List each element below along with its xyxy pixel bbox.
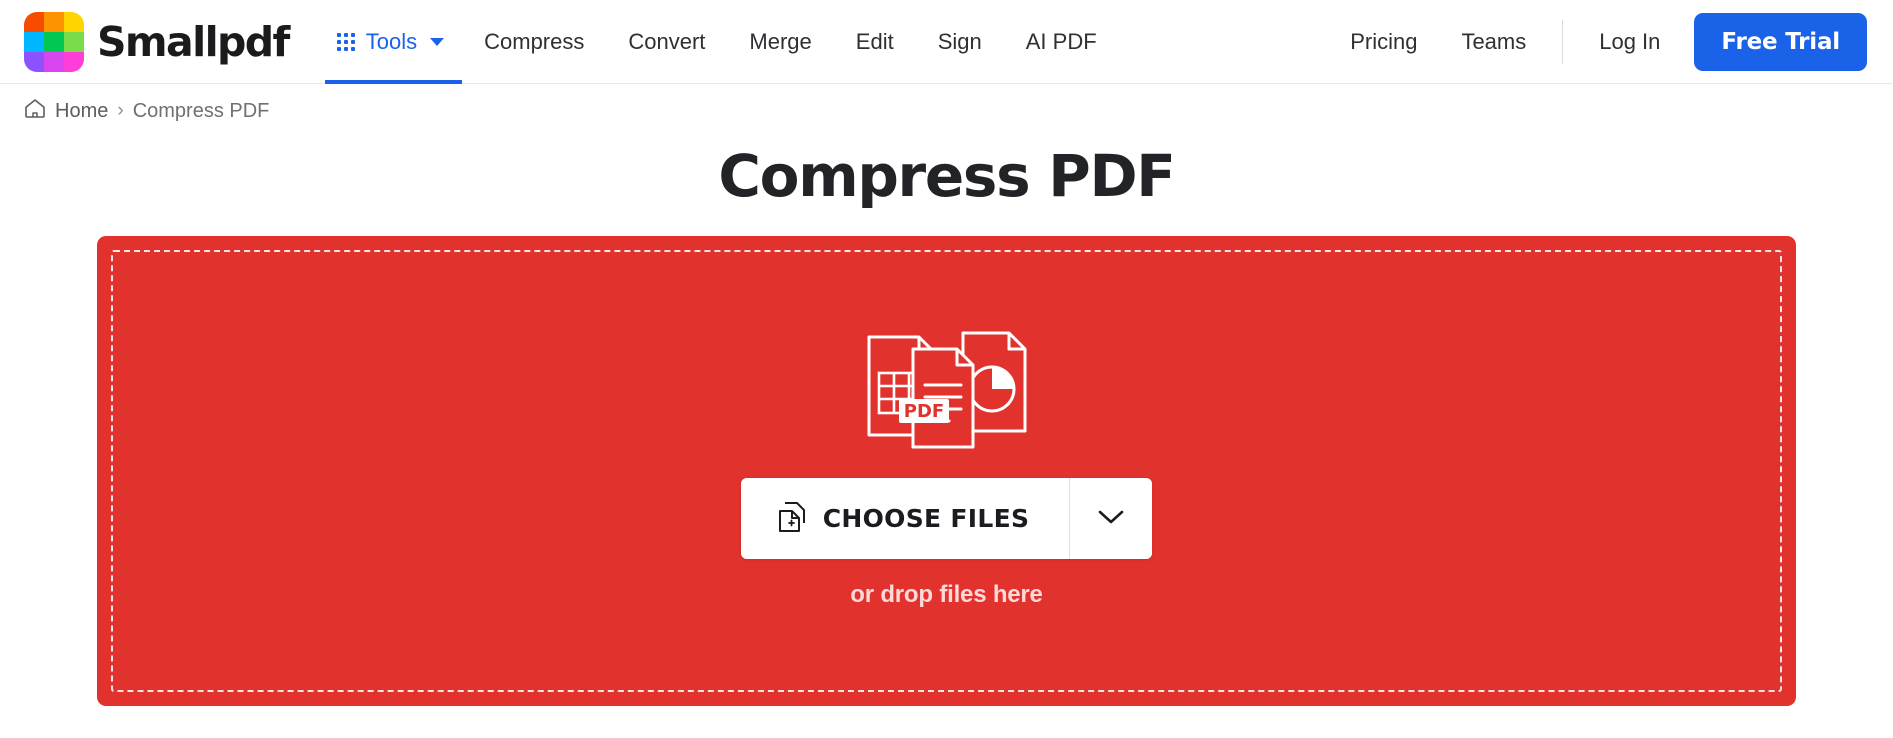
dropzone-wrapper: PDF CHOOSE FILES or drop files here [0, 210, 1893, 706]
nav-item-edit[interactable]: Edit [834, 0, 916, 84]
nav-item-merge[interactable]: Merge [727, 0, 833, 84]
chevron-down-icon [1098, 509, 1124, 528]
breadcrumb-separator: › [117, 100, 124, 121]
nav-item-pricing[interactable]: Pricing [1328, 0, 1439, 84]
choose-files-button[interactable]: CHOOSE FILES [740, 478, 1070, 559]
page-title: Compress PDF [718, 142, 1176, 210]
pdf-badge-text: PDF [903, 401, 943, 422]
nav-tools-label: Tools [365, 28, 418, 54]
free-trial-button[interactable]: Free Trial [1694, 12, 1867, 71]
site-header: Smallpdf Tools Compress Convert Merge Ed… [0, 0, 1893, 84]
primary-nav: Tools Compress Convert Merge Edit Sign A… [324, 0, 1119, 84]
choose-files-group: CHOOSE FILES [740, 478, 1153, 559]
documents-pdf-illustration: PDF [861, 329, 1033, 456]
nav-item-sign[interactable]: Sign [916, 0, 1004, 84]
nav-tools-menu[interactable]: Tools [324, 0, 463, 84]
grid-icon [336, 32, 355, 51]
secondary-nav: Pricing Teams Log In Free Trial [1328, 0, 1867, 84]
nav-item-teams[interactable]: Teams [1439, 0, 1548, 84]
breadcrumb-home[interactable]: Home [55, 100, 108, 123]
file-plus-icon [777, 500, 807, 537]
breadcrumb-current: Compress PDF [132, 99, 270, 122]
choose-files-label: CHOOSE FILES [822, 504, 1030, 533]
brand-name: Smallpdf [97, 17, 290, 66]
file-dropzone[interactable]: PDF CHOOSE FILES or drop files here [97, 236, 1796, 706]
logo-group[interactable]: Smallpdf [24, 11, 290, 72]
dropzone-content: PDF CHOOSE FILES or drop files here [740, 329, 1153, 609]
nav-item-compress[interactable]: Compress [462, 0, 606, 84]
nav-item-ai-pdf[interactable]: AI PDF [1004, 0, 1119, 84]
choose-files-dropdown-button[interactable] [1070, 478, 1153, 559]
drop-files-hint: or drop files here [850, 581, 1043, 608]
nav-divider [1562, 19, 1564, 64]
home-icon [24, 98, 46, 124]
breadcrumb: Home › Compress PDF [0, 84, 1893, 124]
login-link[interactable]: Log In [1577, 0, 1682, 84]
nav-item-convert[interactable]: Convert [606, 0, 727, 84]
smallpdf-logo-icon [24, 11, 84, 72]
chevron-down-icon [430, 37, 445, 46]
